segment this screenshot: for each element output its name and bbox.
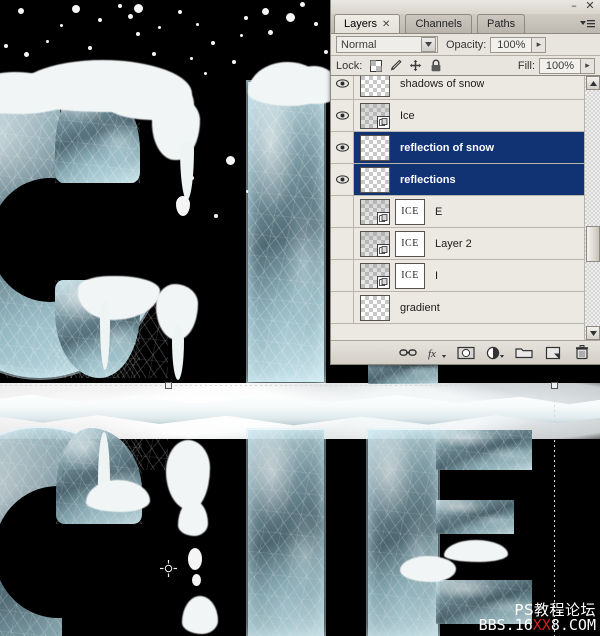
blend-mode-row: Normal Opacity: 100% ▸ [331, 34, 600, 56]
layer-thumbnail[interactable] [360, 166, 390, 193]
scroll-down-icon[interactable] [586, 326, 600, 340]
layer-name: reflection of snow [400, 141, 495, 154]
layer-visibility-toggle[interactable] [331, 132, 354, 163]
lock-row: Lock: Fill: 100% ▸ [331, 56, 600, 76]
lock-image-pixels-icon[interactable] [388, 58, 403, 73]
lock-transparent-pixels-icon[interactable] [368, 58, 383, 73]
layer-thumbnail[interactable] [360, 262, 390, 289]
layer-visibility-toggle[interactable] [331, 76, 354, 99]
watermark-line-2: BBS.16XX8.COM [478, 616, 596, 635]
clipping-mask-badge-icon [377, 211, 390, 225]
clipping-mask-badge-icon [377, 115, 390, 129]
scroll-up-icon[interactable] [586, 76, 600, 90]
panel-titlebar: – ✕ [331, 0, 600, 14]
blend-mode-select[interactable]: Normal [336, 36, 438, 53]
layer-thumbnail[interactable] [360, 198, 390, 225]
text-layer-thumbnail[interactable]: ICE [395, 230, 425, 257]
adjustment-layer-icon[interactable] [483, 343, 507, 363]
layer-visibility-toggle[interactable] [331, 260, 354, 291]
clipping-mask-badge-icon [377, 275, 390, 289]
watermark-url-highlight: XX [532, 616, 551, 635]
watermark-url-prefix: BBS.16 [478, 616, 533, 635]
lock-label: Lock: [336, 59, 363, 72]
layer-name: reflections [400, 173, 456, 186]
tab-channels-label: Channels [415, 18, 462, 30]
layer-thumbnail[interactable] [360, 134, 390, 161]
scrollbar-thumb[interactable] [586, 226, 600, 262]
opacity-slider-arrow-icon[interactable]: ▸ [532, 36, 547, 53]
layer-row[interactable]: reflections [331, 164, 585, 196]
layer-name: gradient [400, 301, 440, 314]
layer-name: E [435, 205, 443, 218]
blend-mode-value: Normal [341, 38, 377, 51]
watermark-url-suffix: 8.COM [550, 616, 596, 635]
opacity-input[interactable]: 100% [490, 36, 533, 53]
minimize-icon[interactable]: – [568, 0, 580, 12]
lock-all-icon[interactable] [428, 58, 443, 73]
fill-slider-arrow-icon[interactable]: ▸ [581, 57, 595, 74]
close-icon[interactable]: ✕ [584, 0, 596, 12]
tab-channels[interactable]: Channels [405, 14, 472, 33]
watermark: PS教程论坛 BBS.16XX8.COM [478, 602, 596, 635]
layer-row[interactable]: gradient [331, 292, 585, 324]
text-layer-thumbnail[interactable]: ICE [395, 262, 425, 289]
text-layer-thumbnail[interactable]: ICE [395, 198, 425, 225]
tab-layers[interactable]: Layers ✕ [334, 14, 401, 33]
svg-text:fx: fx [428, 348, 436, 360]
fill-label: Fill: [517, 59, 535, 72]
tab-paths[interactable]: Paths [477, 14, 526, 33]
tab-paths-label: Paths [487, 18, 516, 30]
layer-list[interactable]: snow of letters shadows of snow [331, 76, 585, 340]
layer-name: I [435, 269, 439, 282]
panel-menu-icon[interactable] [577, 16, 597, 31]
layer-name: Layer 2 [435, 237, 472, 250]
layer-row[interactable]: reflection of snow [331, 132, 585, 164]
layer-row[interactable]: ICE E [331, 196, 585, 228]
layer-thumbnail[interactable] [360, 76, 390, 97]
layer-row[interactable]: ICE Layer 2 [331, 228, 585, 260]
new-group-icon[interactable] [512, 343, 536, 363]
layer-list-scrollbar[interactable] [584, 76, 600, 340]
layer-visibility-toggle[interactable] [331, 100, 354, 131]
transform-handle-top-right[interactable] [551, 382, 558, 389]
panel-tab-strip: Layers ✕ Channels Paths [331, 14, 600, 34]
layer-thumbnail[interactable] [360, 294, 390, 321]
layer-style-icon[interactable]: fx [425, 343, 449, 363]
layer-row[interactable]: ICE I [331, 260, 585, 292]
layer-mask-icon[interactable] [454, 343, 478, 363]
layer-visibility-toggle[interactable] [331, 228, 354, 259]
layer-visibility-toggle[interactable] [331, 164, 354, 195]
layer-row[interactable]: Ice [331, 100, 585, 132]
layer-list-container[interactable]: snow of letters shadows of snow [331, 76, 600, 340]
layer-name: Ice [400, 109, 415, 122]
opacity-label: Opacity: [446, 38, 487, 51]
layer-visibility-toggle[interactable] [331, 292, 354, 323]
eye-icon [335, 143, 349, 152]
fill-input[interactable]: 100% [539, 57, 581, 74]
eye-icon [335, 175, 349, 184]
tab-layers-label: Layers [344, 18, 378, 30]
layers-panel-toolbar: fx [331, 340, 600, 364]
layer-row[interactable]: shadows of snow [331, 76, 585, 100]
clipping-mask-badge-icon [377, 243, 390, 257]
link-layers-icon[interactable] [396, 343, 420, 363]
layers-panel[interactable]: – ✕ Layers ✕ Channels Paths Normal Opaci… [330, 0, 600, 365]
layer-thumbnail[interactable] [360, 230, 390, 257]
layer-name: shadows of snow [400, 77, 485, 90]
tab-close-icon[interactable]: ✕ [382, 19, 390, 30]
transform-handle-top-center[interactable] [165, 382, 172, 389]
eye-icon [335, 79, 349, 88]
eye-icon [335, 111, 349, 120]
layer-thumbnail[interactable] [360, 102, 390, 129]
layer-visibility-toggle[interactable] [331, 196, 354, 227]
lock-position-icon[interactable] [408, 58, 423, 73]
new-layer-icon[interactable] [541, 343, 565, 363]
chevron-down-icon[interactable] [421, 37, 436, 52]
delete-layer-icon[interactable] [570, 343, 594, 363]
